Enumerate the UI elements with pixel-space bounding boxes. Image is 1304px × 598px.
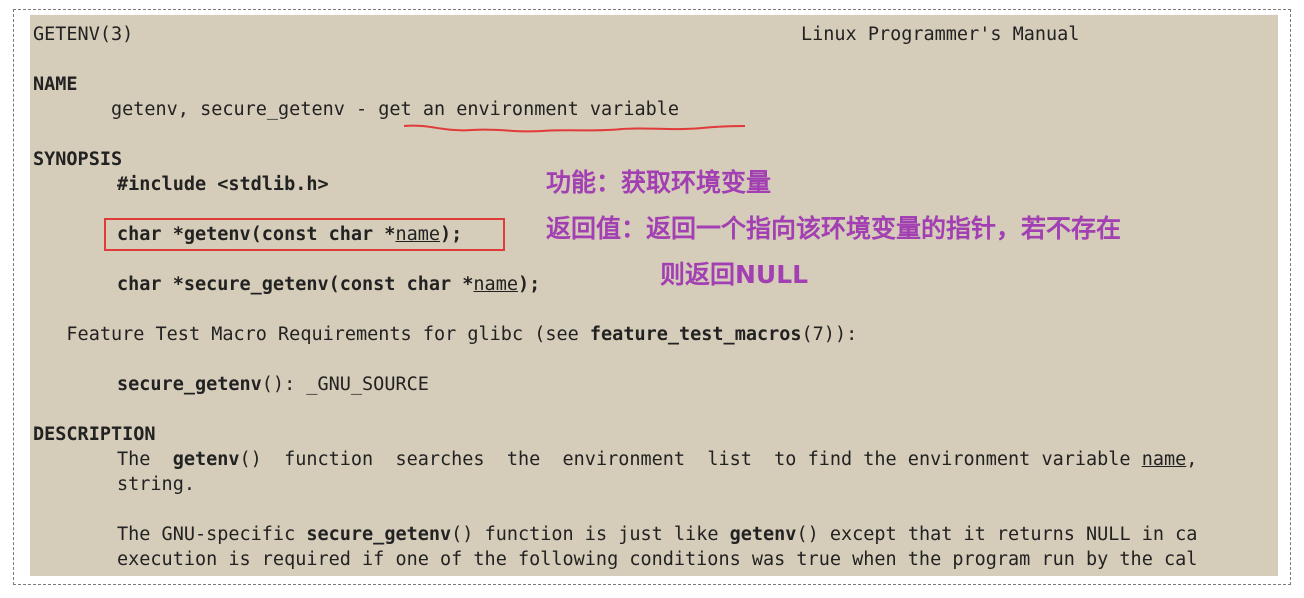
secure-param: name <box>473 274 518 295</box>
description-heading: DESCRIPTION <box>33 424 156 445</box>
desc-func: getenv <box>729 524 797 545</box>
name-line: getenv, secure_getenv - get an environme… <box>33 97 679 122</box>
desc-param: name <box>1141 449 1187 470</box>
desc-p1-line2: string. <box>117 474 195 495</box>
ftm-post: (7)): <box>801 324 858 345</box>
desc-text: The <box>117 449 173 470</box>
secure-getenv-prototype: char *secure_getenv(const char *name); <box>117 272 540 297</box>
desc-text: , <box>1186 449 1198 470</box>
secure-proto-pre: char *secure_getenv(const char * <box>117 274 474 295</box>
include-line: #include <stdlib.h> <box>117 174 329 195</box>
secure-proto-post: ); <box>517 274 541 295</box>
desc-text: () function is just like <box>451 524 730 545</box>
highlight-box <box>104 218 505 251</box>
req-macro: (): _GNU_SOURCE <box>261 374 429 395</box>
header-left: GETENV(3) <box>33 24 134 45</box>
requirement-line: secure_getenv(): _GNU_SOURCE <box>117 372 429 397</box>
desc-text: () function searches the environment lis… <box>239 449 1142 470</box>
synopsis-heading: SYNOPSIS <box>33 149 123 170</box>
header-right: Linux Programmer's Manual <box>801 24 1080 45</box>
name-text: getenv, secure_getenv - <box>110 99 379 120</box>
desc-p2-line2: execution is required if one of the foll… <box>117 549 1198 570</box>
ftm-pre: Feature Test Macro Requirements for glib… <box>66 324 590 345</box>
desc-p1-line1: The getenv() function searches the envir… <box>117 447 1197 472</box>
desc-text: () except that it returns NULL in ca <box>796 524 1198 545</box>
desc-func: secure_getenv <box>306 524 452 545</box>
name-heading: NAME <box>33 74 78 95</box>
annotation-return-1: 返回值：返回一个指向该环境变量的指针，若不存在 <box>546 214 1122 243</box>
annotation-function: 功能：获取环境变量 <box>546 168 772 197</box>
red-underline-squiggle <box>403 124 746 133</box>
ftm-ref: feature_test_macros <box>589 324 802 345</box>
req-func: secure_getenv <box>117 374 262 395</box>
desc-p2-line1: The GNU-specific secure_getenv() functio… <box>117 522 1197 547</box>
ftm-line: Feature Test Macro Requirements for glib… <box>33 322 857 347</box>
ftm-indent <box>33 324 66 345</box>
annotation-return-2: 则返回NULL <box>660 260 809 289</box>
man-page-terminal[interactable]: GETENV(3) Linux Programmer's Manual NAME… <box>30 15 1278 576</box>
desc-func: getenv <box>172 449 240 470</box>
name-summary: get an environment variable <box>378 99 680 120</box>
desc-text: The GNU-specific <box>117 524 307 545</box>
